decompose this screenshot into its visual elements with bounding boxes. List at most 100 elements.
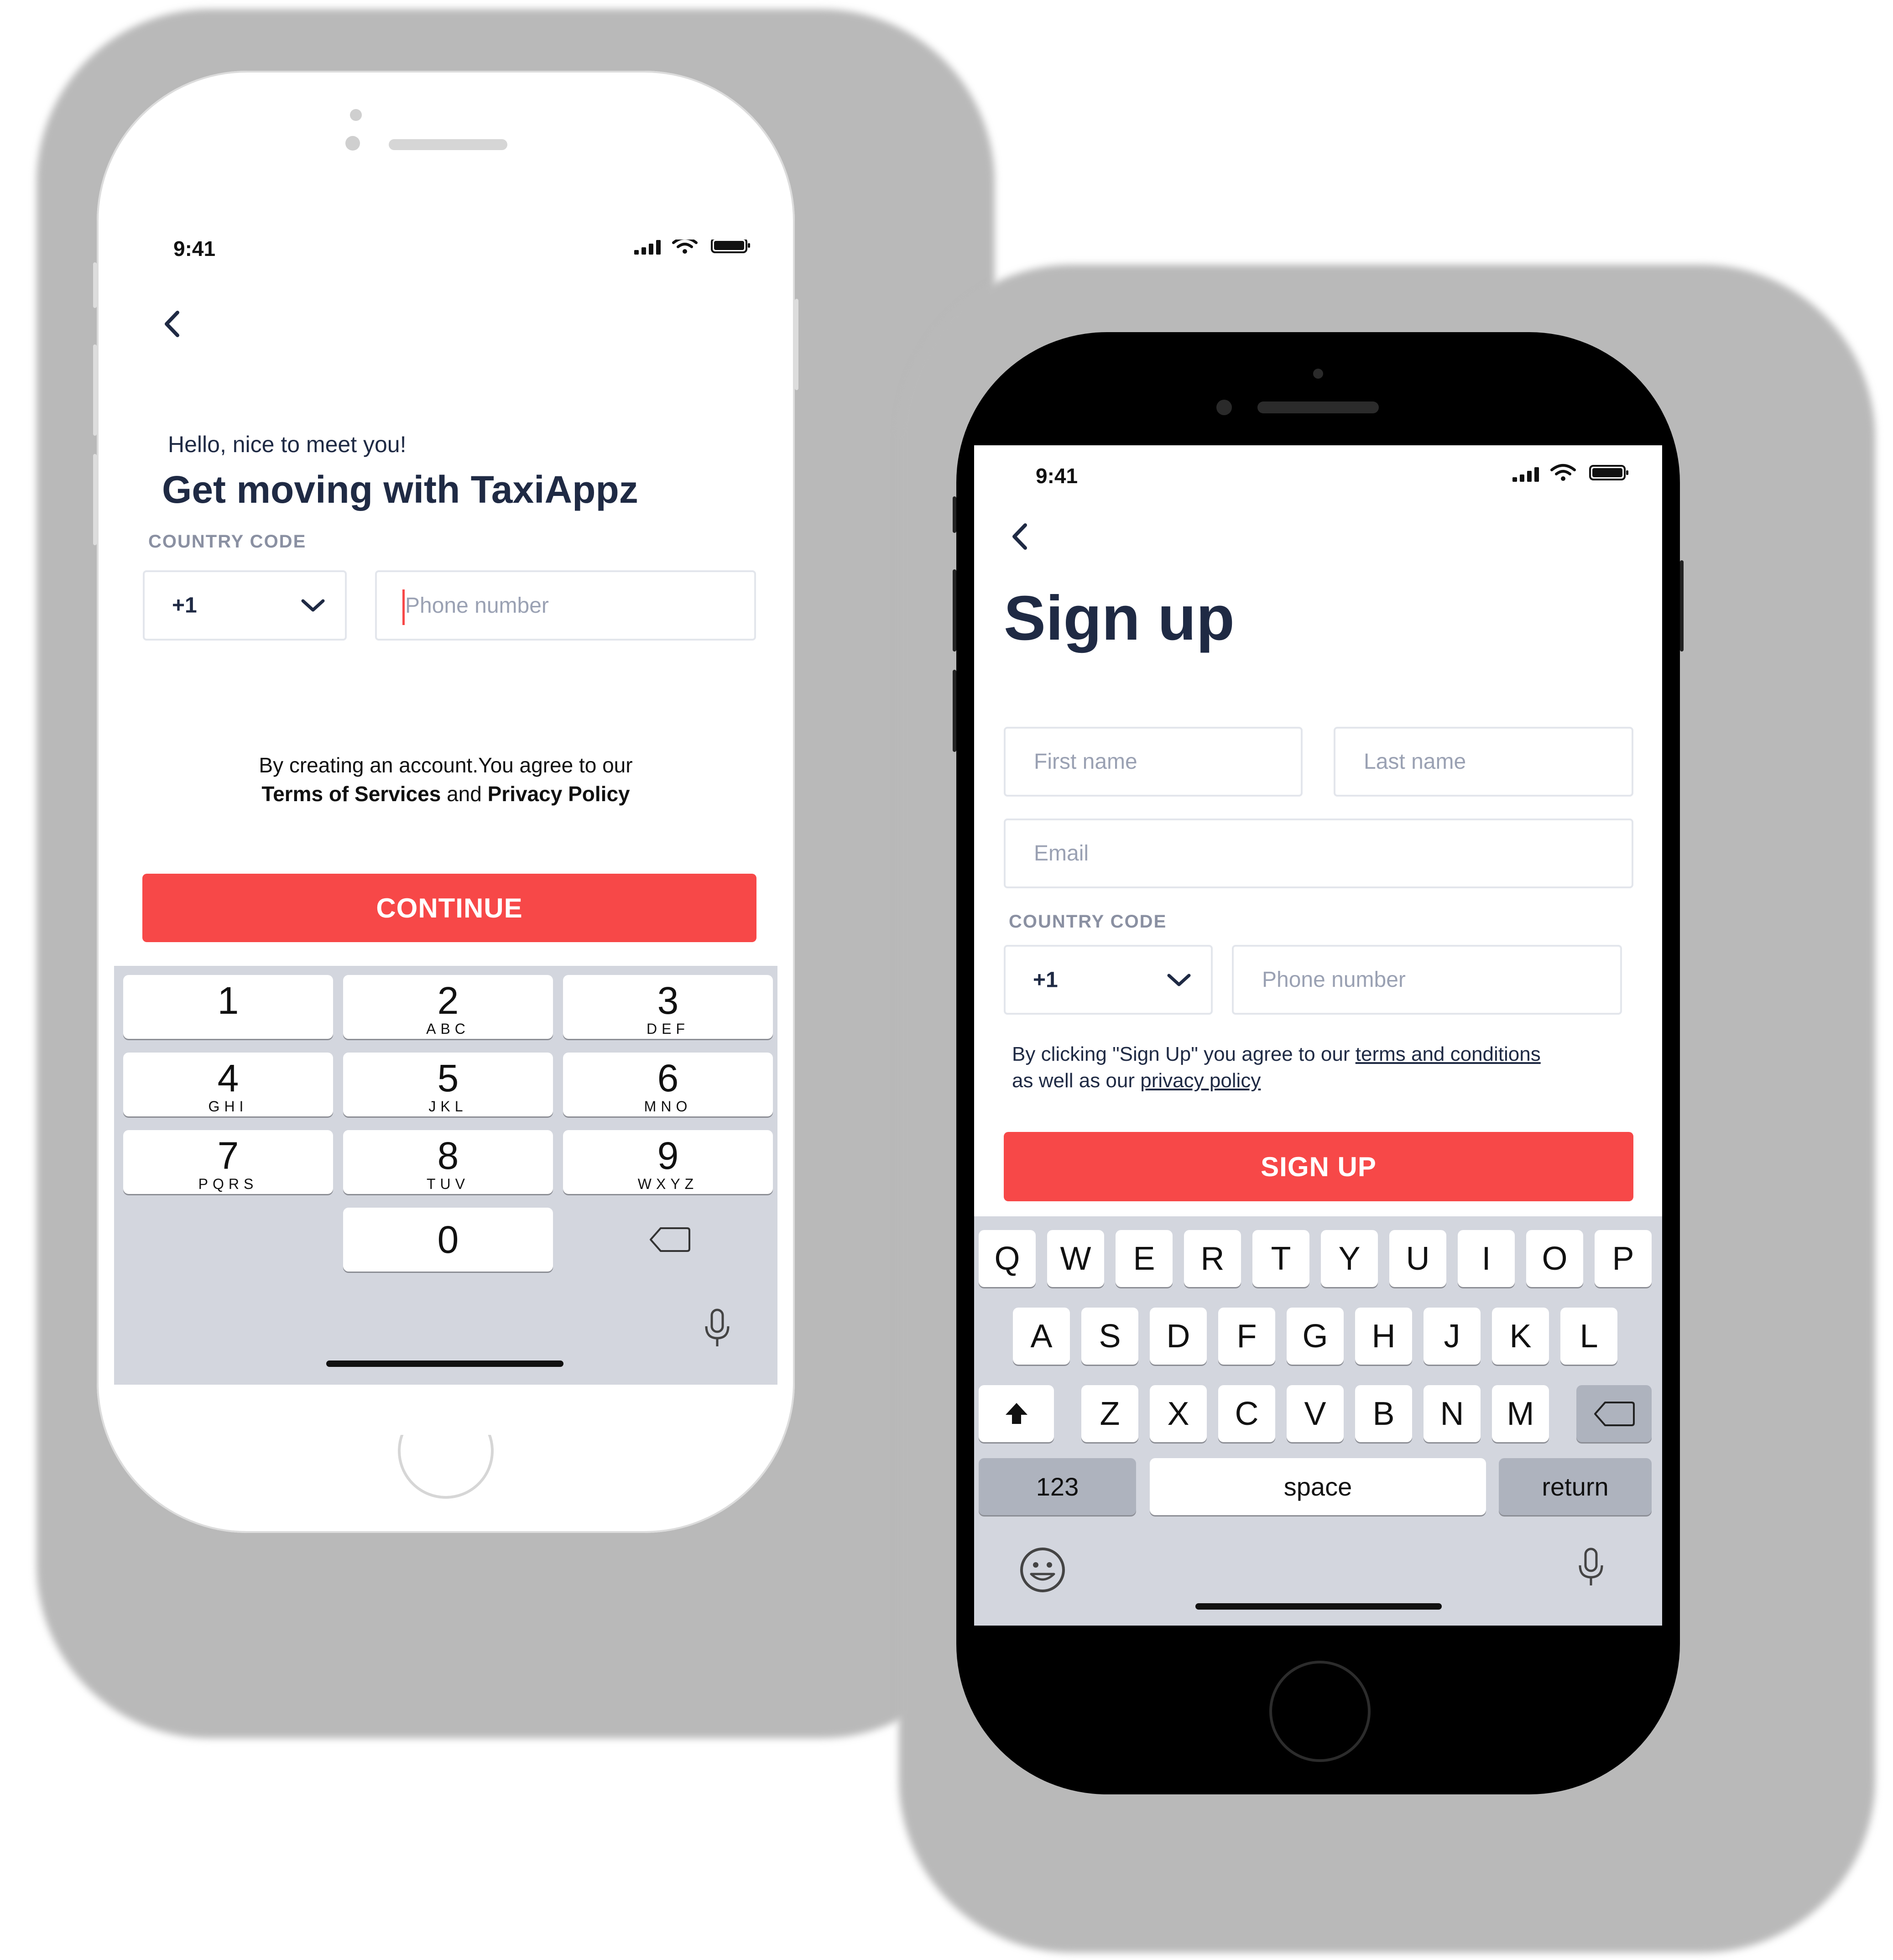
left-phone: 9:41 Hello, nice to meet you! Get moving…: [93, 71, 798, 1533]
phone-number-input[interactable]: Phone number: [375, 570, 756, 641]
key-g[interactable]: G: [1287, 1308, 1344, 1365]
wifi-icon: [672, 240, 698, 254]
keypad-key-7[interactable]: 7 PQRS: [123, 1130, 333, 1194]
battery-icon: [711, 240, 750, 253]
space-key[interactable]: space: [1150, 1458, 1486, 1515]
wifi-icon: [1550, 464, 1576, 481]
front-camera: [1216, 400, 1232, 415]
sign-up-button[interactable]: SIGN UP: [1004, 1132, 1633, 1201]
key-q[interactable]: Q: [979, 1230, 1036, 1287]
terms-line-2: Terms of Services and Privacy Policy: [114, 782, 777, 806]
key-w[interactable]: W: [1047, 1230, 1104, 1287]
key-n[interactable]: N: [1424, 1385, 1481, 1442]
terms-and-text: and: [447, 782, 482, 806]
backspace-icon[interactable]: [648, 1226, 692, 1253]
key-c[interactable]: C: [1218, 1385, 1275, 1442]
home-indicator: [1195, 1603, 1442, 1610]
volume-up-button: [93, 344, 97, 436]
phone-number-input[interactable]: Phone number: [1232, 945, 1622, 1015]
greeting-text: Hello, nice to meet you!: [168, 432, 407, 457]
key-u[interactable]: U: [1389, 1230, 1446, 1287]
chevron-down-icon: [1167, 974, 1191, 986]
keypad-key-2[interactable]: 2 ABC: [343, 975, 553, 1039]
country-code-value: +1: [1033, 968, 1058, 992]
email-input[interactable]: Email: [1004, 818, 1633, 888]
key-s[interactable]: S: [1081, 1308, 1138, 1365]
terms-line-1: By creating an account.You agree to our: [259, 753, 633, 777]
chevron-down-icon: [301, 599, 325, 612]
keypad-key-1[interactable]: 1: [123, 975, 333, 1039]
key-r[interactable]: R: [1184, 1230, 1241, 1287]
keypad-key-4[interactable]: 4 GHI: [123, 1053, 333, 1116]
keypad-key-6[interactable]: 6 MNO: [563, 1053, 773, 1116]
microphone-icon[interactable]: [1576, 1547, 1606, 1588]
terms-of-service-link[interactable]: Terms of Services: [261, 782, 441, 806]
emoji-icon[interactable]: [1017, 1545, 1068, 1595]
key-t[interactable]: T: [1252, 1230, 1309, 1287]
first-name-input[interactable]: First name: [1004, 727, 1303, 797]
keypad-key-9[interactable]: 9 WXYZ: [563, 1130, 773, 1194]
keypad-key-0[interactable]: 0: [343, 1208, 553, 1272]
keypad-key-8[interactable]: 8 TUV: [343, 1130, 553, 1194]
right-screen: 9:41 Sign up First name Last name Email: [974, 445, 1662, 1626]
camera-dot: [1313, 369, 1323, 379]
key-m[interactable]: M: [1492, 1385, 1549, 1442]
key-e[interactable]: E: [1116, 1230, 1173, 1287]
return-key[interactable]: return: [1499, 1458, 1652, 1515]
key-z[interactable]: Z: [1081, 1385, 1138, 1442]
key-y[interactable]: Y: [1321, 1230, 1378, 1287]
privacy-policy-link[interactable]: Privacy Policy: [488, 782, 630, 806]
status-time: 9:41: [1036, 464, 1078, 488]
country-code-label: COUNTRY CODE: [148, 532, 307, 552]
power-button: [1680, 560, 1684, 652]
status-icons: [634, 240, 753, 255]
qwerty-keyboard: Q W E R T Y U I O P A S D F G H J K L Z …: [974, 1216, 1662, 1626]
agreement-line-1: By clicking "Sign Up" you agree to our t…: [1012, 1043, 1541, 1066]
numeric-keypad: 1 2 ABC 3 DEF 4 GHI 5 JKL 6 MNO 7 PQRS 8 TUV 9W…: [114, 966, 777, 1385]
key-j[interactable]: J: [1424, 1308, 1481, 1365]
last-name-placeholder: Last name: [1364, 750, 1466, 774]
key-x[interactable]: X: [1150, 1385, 1207, 1442]
first-name-placeholder: First name: [1034, 750, 1137, 774]
key-p[interactable]: P: [1595, 1230, 1652, 1287]
key-b[interactable]: B: [1355, 1385, 1412, 1442]
right-phone: 9:41 Sign up First name Last name Email: [953, 332, 1684, 1794]
key-v[interactable]: V: [1287, 1385, 1344, 1442]
email-placeholder: Email: [1034, 841, 1089, 865]
home-button[interactable]: [1269, 1661, 1371, 1762]
volume-up-button: [953, 569, 956, 652]
privacy-policy-link[interactable]: privacy policy: [1140, 1069, 1261, 1092]
shift-key[interactable]: [979, 1385, 1054, 1442]
key-l[interactable]: L: [1560, 1308, 1617, 1365]
signal-icon: [1512, 466, 1544, 482]
key-d[interactable]: D: [1150, 1308, 1207, 1365]
key-k[interactable]: K: [1492, 1308, 1549, 1365]
keypad-key-3[interactable]: 3 DEF: [563, 975, 773, 1039]
key-h[interactable]: H: [1355, 1308, 1412, 1365]
microphone-icon[interactable]: [703, 1308, 732, 1349]
key-a[interactable]: A: [1013, 1308, 1070, 1365]
last-name-input[interactable]: Last name: [1334, 727, 1633, 797]
key-i[interactable]: I: [1458, 1230, 1515, 1287]
country-code-value: +1: [172, 593, 197, 618]
status-icons: [1512, 464, 1631, 482]
volume-down-button: [93, 454, 97, 545]
key-f[interactable]: F: [1218, 1308, 1275, 1365]
back-chevron-icon[interactable]: [1005, 521, 1037, 553]
country-code-select[interactable]: +1: [143, 570, 347, 641]
mute-switch: [953, 496, 956, 533]
keypad-key-5[interactable]: 5 JKL: [343, 1053, 553, 1116]
back-chevron-icon[interactable]: [157, 308, 189, 340]
shift-arrow-icon: [1005, 1402, 1027, 1424]
continue-button[interactable]: CONTINUE: [142, 874, 756, 942]
backspace-key[interactable]: [1576, 1385, 1652, 1442]
text-cursor: [402, 589, 405, 625]
home-indicator: [326, 1361, 563, 1367]
earpiece-speaker: [1257, 401, 1379, 413]
key-o[interactable]: O: [1526, 1230, 1583, 1287]
front-camera: [345, 136, 360, 151]
status-time: 9:41: [173, 240, 216, 261]
terms-and-conditions-link[interactable]: terms and conditions: [1356, 1043, 1541, 1065]
country-code-select[interactable]: +1: [1004, 945, 1213, 1015]
numbers-key[interactable]: 123: [979, 1458, 1136, 1515]
